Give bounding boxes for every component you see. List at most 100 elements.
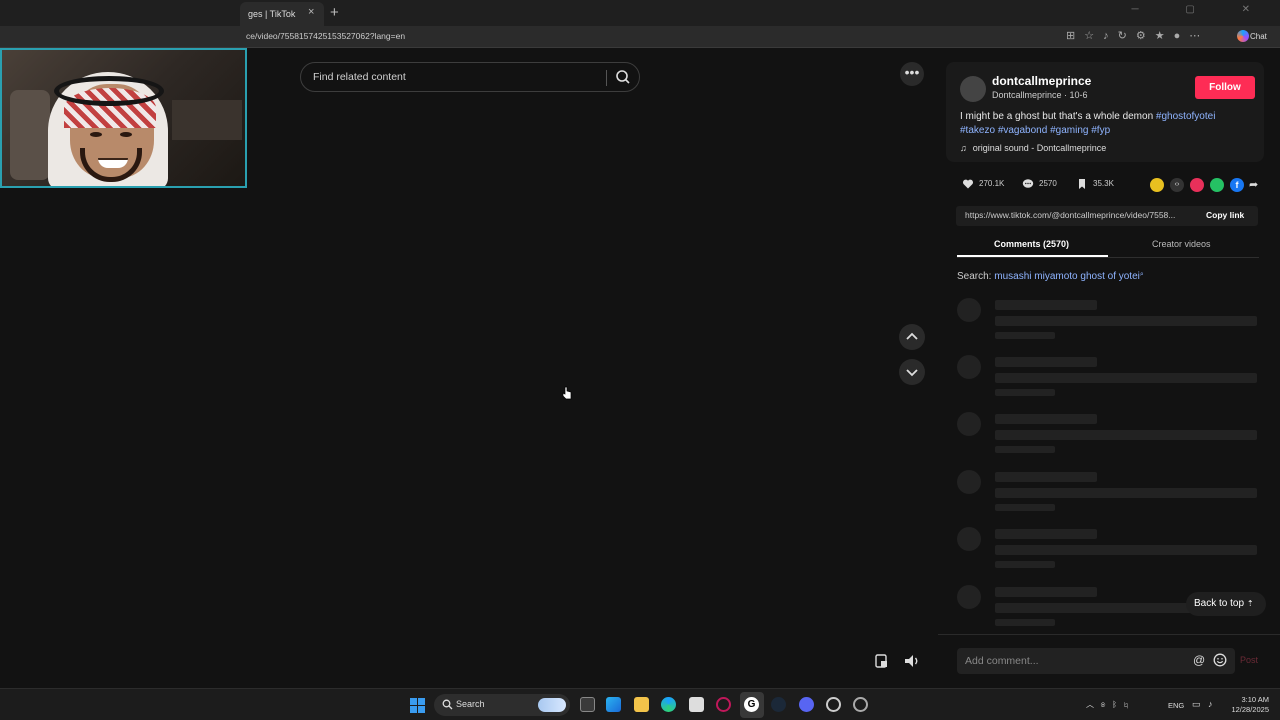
window-controls[interactable]: ─ ▢ ✕: [1132, 4, 1272, 15]
favorite-star-icon[interactable]: ☆: [1084, 30, 1103, 42]
search-icon[interactable]: [614, 68, 632, 86]
comment-input-box[interactable]: Add comment... @: [957, 648, 1235, 674]
refresh-icon[interactable]: ↻: [1118, 30, 1136, 42]
search-divider: [606, 70, 607, 86]
heart-icon: [962, 179, 974, 189]
mention-icon[interactable]: @: [1193, 653, 1205, 667]
menu-icon[interactable]: ⋯: [1189, 30, 1209, 42]
language-indicator[interactable]: ENG: [1168, 701, 1184, 710]
share-arrow-icon[interactable]: ➦: [1249, 178, 1263, 192]
file-explorer-icon[interactable]: [634, 697, 649, 712]
music-note-icon: ♫: [960, 143, 967, 153]
back-to-top-button[interactable]: Back to top ⇡: [1186, 592, 1266, 616]
tab-comments[interactable]: Comments (2570): [994, 239, 1069, 249]
system-tray[interactable]: ︿ ◉ ᛒ ♮: [1086, 699, 1128, 710]
comment-divider: [938, 634, 1280, 635]
hashtag[interactable]: #gaming: [1050, 125, 1088, 136]
facebook-icon[interactable]: f: [1230, 178, 1244, 192]
chat-button[interactable]: Chat: [1236, 29, 1276, 46]
volume-tray-icon[interactable]: ♪: [1208, 699, 1213, 709]
notification-icon[interactable]: ♪: [1103, 30, 1118, 42]
network-icon[interactable]: ▭: [1192, 699, 1201, 710]
tab-title: ges | TikTok: [248, 9, 296, 19]
profile-icon[interactable]: ●: [1174, 30, 1190, 42]
tray-chevron-icon[interactable]: ︿: [1086, 700, 1094, 709]
creator-username[interactable]: dontcallmeprince: [992, 74, 1091, 88]
hashtag[interactable]: #fyp: [1091, 125, 1110, 136]
related-search-input[interactable]: Find related content: [313, 71, 406, 83]
copy-link-button[interactable]: Copy link: [1206, 210, 1244, 220]
tab-creator-videos[interactable]: Creator videos: [1152, 239, 1211, 249]
coin-icon[interactable]: [1150, 178, 1164, 192]
bluetooth-icon[interactable]: ᛒ: [1112, 700, 1117, 709]
discord-icon[interactable]: [799, 697, 814, 712]
creator-nickname-date: Dontcallmeprince · 10-6: [992, 90, 1088, 100]
whatsapp-icon[interactable]: [1210, 178, 1224, 192]
emoji-icon[interactable]: [1213, 653, 1227, 667]
comment-input[interactable]: Add comment...: [965, 655, 1039, 667]
comment-skeleton: [957, 412, 1259, 460]
clock-time: 3:10 AM: [1241, 695, 1269, 704]
chevron-down-icon: [906, 369, 918, 377]
url-field[interactable]: ce/video/7558157425153527062?lang=en: [246, 31, 405, 41]
related-search-box[interactable]: Find related content: [300, 62, 640, 92]
tab-close-icon[interactable]: ×: [308, 6, 314, 18]
bookmark-icon: [1079, 179, 1085, 189]
more-options-button[interactable]: •••: [900, 62, 924, 86]
arrow-up-icon: ⇡: [1246, 599, 1254, 608]
app-icon[interactable]: [826, 697, 841, 712]
comment-stat[interactable]: 2570: [1022, 178, 1057, 190]
reader-icon[interactable]: ⊞: [1066, 30, 1084, 42]
embed-icon[interactable]: ‹›: [1170, 178, 1184, 192]
caption-text: I might be a ghost but that's a whole de…: [960, 111, 1156, 122]
extensions-icon[interactable]: ⚙: [1136, 30, 1155, 42]
clock[interactable]: 3:10 AM 12/28/2025: [1225, 695, 1269, 715]
music-title: original sound - Dontcallmeprince: [972, 143, 1107, 153]
mic-icon[interactable]: ♮: [1124, 700, 1129, 709]
steam-icon[interactable]: [771, 697, 786, 712]
browser-titlebar: [0, 0, 1280, 26]
video-link[interactable]: https://www.tiktok.com/@dontcallmeprince…: [965, 210, 1195, 220]
windows-taskbar: Search G ︿ ◉ ᛒ ♮ ENG ▭ ♪ 3:10 AM 12/28/20…: [0, 688, 1280, 720]
taskbar-search[interactable]: Search: [434, 694, 570, 716]
search-suggestion[interactable]: Search: musashi miyamoto ghost of yotei⌕: [957, 271, 1144, 282]
save-stat[interactable]: 35.3K: [1076, 178, 1114, 190]
next-video-button[interactable]: [899, 359, 925, 385]
comment-skeleton: [957, 470, 1259, 518]
taskbar-search-label: Search: [456, 699, 485, 709]
previous-video-button[interactable]: [899, 324, 925, 350]
obs-icon[interactable]: [853, 697, 868, 712]
search-suggestion-query[interactable]: musashi miyamoto ghost of yotei: [994, 271, 1140, 282]
opera-gx-icon[interactable]: [716, 697, 731, 712]
creator-card: dontcallmeprince Dontcallmeprince · 10-6…: [946, 62, 1264, 162]
hand-cursor-icon: [562, 386, 572, 400]
hashtag[interactable]: #ghostofyotei: [1156, 111, 1216, 122]
music-info[interactable]: ♫ original sound - Dontcallmeprince: [960, 143, 1106, 153]
store-icon[interactable]: [689, 697, 704, 712]
follow-button[interactable]: Follow: [1195, 76, 1255, 99]
volume-icon[interactable]: [902, 652, 922, 670]
send-icon[interactable]: [1190, 178, 1204, 192]
favorites-icon[interactable]: ★: [1155, 30, 1174, 42]
picture-in-picture-icon[interactable]: [873, 652, 891, 670]
comment-count: 2570: [1039, 179, 1057, 189]
new-tab-button[interactable]: +: [330, 4, 339, 21]
task-view-icon[interactable]: [580, 697, 595, 712]
g-app-icon[interactable]: G: [744, 697, 759, 712]
comment-skeleton: [957, 355, 1259, 403]
browser-toolbar-icons[interactable]: ⊞☆♪↻⚙★●⋯: [1066, 29, 1209, 42]
comment-skeleton: [957, 298, 1259, 346]
hashtag[interactable]: #takezo: [960, 125, 995, 136]
copilot-taskbar-icon[interactable]: [606, 697, 621, 712]
like-stat[interactable]: 270.1K: [962, 178, 1004, 190]
like-count: 270.1K: [979, 179, 1005, 189]
edge-icon[interactable]: [661, 697, 676, 712]
hashtag[interactable]: #vagabond: [998, 125, 1048, 136]
windows-start-icon[interactable]: [410, 698, 425, 713]
tray-app-icon[interactable]: ◉: [1101, 700, 1106, 709]
save-count: 35.3K: [1093, 179, 1114, 189]
post-comment-button[interactable]: Post: [1240, 655, 1258, 665]
search-small-icon: ⌕: [1139, 271, 1144, 278]
page-viewport: Find related content ••• dontcallmeprinc…: [0, 48, 1280, 688]
avatar[interactable]: [960, 76, 986, 102]
